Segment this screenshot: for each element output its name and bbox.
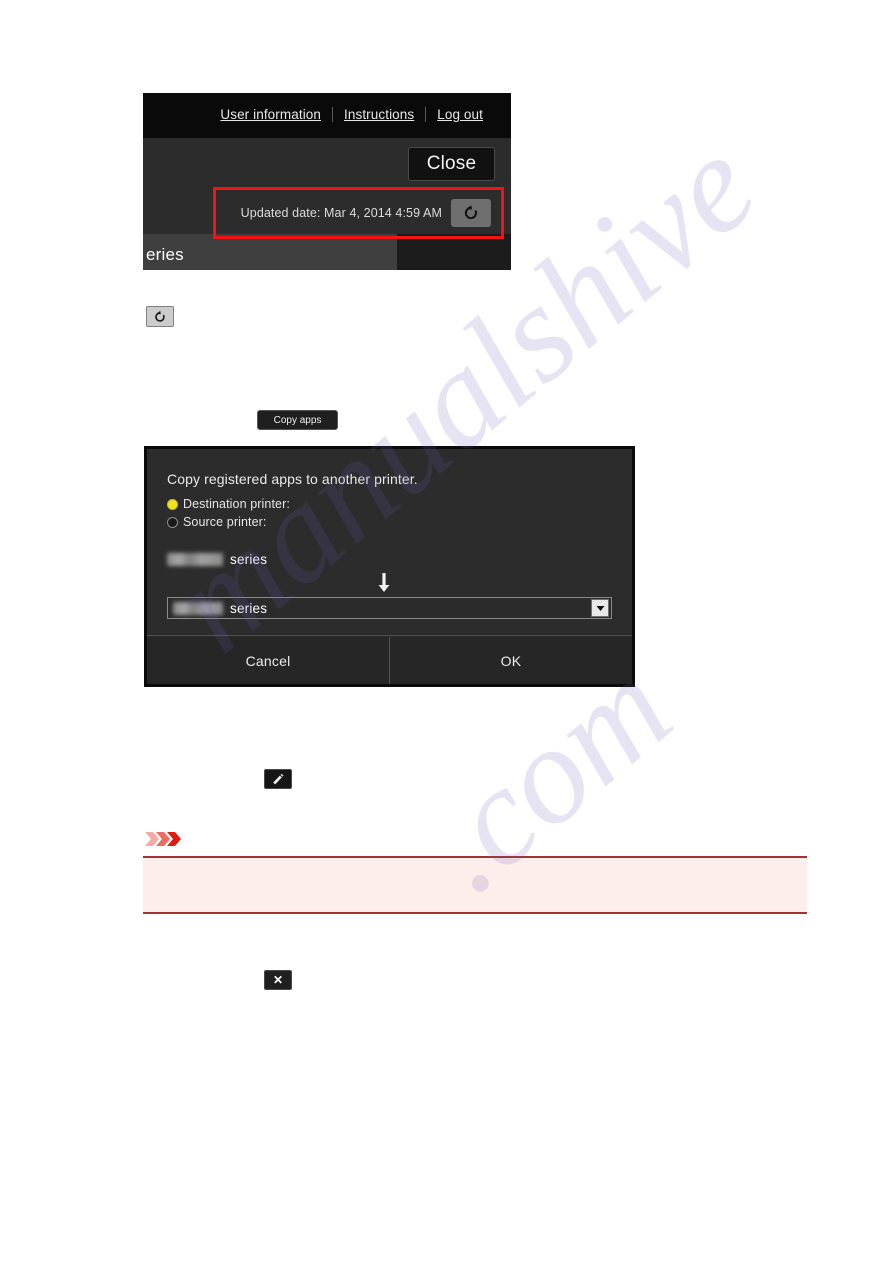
down-arrow-icon [377,573,391,593]
dialog-title: Copy registered apps to another printer. [167,471,418,487]
panel-topbar: User information Instructions Log out [143,93,511,138]
copy-apps-dialog: Copy registered apps to another printer.… [144,446,635,687]
ok-button[interactable]: OK [390,637,632,684]
panel-close-button[interactable]: Close [408,147,495,181]
triple-chevron-icon [145,831,189,847]
refresh-icon[interactable] [146,306,174,327]
printer-panel-screenshot: User information Instructions Log out Cl… [143,93,511,270]
nav-user-information[interactable]: User information [209,106,332,123]
important-notice-box [143,856,807,914]
dialog-footer: Cancel OK [147,637,632,684]
source-printer-value: series [167,552,267,567]
radio-source-printer[interactable]: Source printer: [167,515,266,529]
destination-printer-dropdown[interactable]: series [167,597,612,619]
dialog-body: Copy registered apps to another printer.… [147,449,632,637]
cancel-button[interactable]: Cancel [147,637,390,684]
radio-destination-printer[interactable]: Destination printer: [167,497,290,511]
panel-series-label: eries [146,245,184,264]
radio-selected-icon[interactable] [167,498,178,510]
pencil-icon[interactable] [264,769,292,789]
radio-unselected-icon[interactable] [167,516,178,528]
radio-source-label: Source printer: [183,515,267,529]
copy-apps-button[interactable]: Copy apps [257,410,338,430]
chevron-down-icon[interactable] [591,599,609,617]
radio-destination-label: Destination printer: [183,497,290,511]
nav-instructions[interactable]: Instructions [333,106,425,123]
destination-series-label: series [230,600,268,616]
dropdown-value: series [168,601,591,616]
redacted-model-name [167,553,223,566]
close-x-icon[interactable]: ✕ [264,970,292,990]
source-series-label: series [230,552,268,567]
nav-log-out[interactable]: Log out [426,106,494,123]
panel-nav-links: User information Instructions Log out [209,106,494,123]
highlight-rectangle [213,187,504,239]
dialog-divider [147,635,632,636]
redacted-model-name [173,601,223,615]
